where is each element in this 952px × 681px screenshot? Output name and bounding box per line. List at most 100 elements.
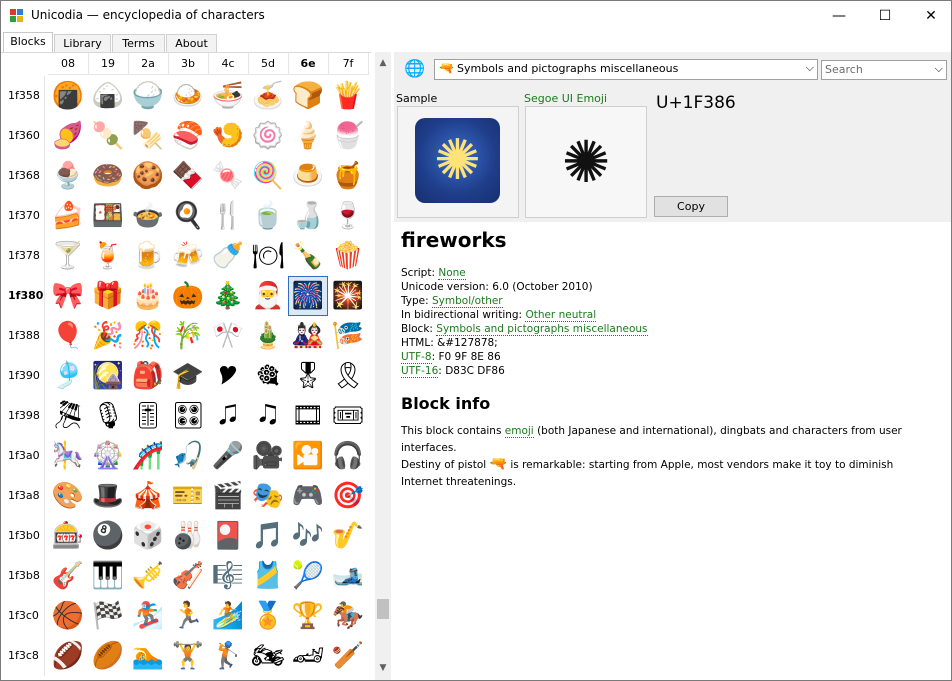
character-cell[interactable]: 🎝 <box>248 396 288 436</box>
property-value[interactable]: Other neutral <box>525 309 597 322</box>
character-cell[interactable]: 🎤 <box>208 436 248 476</box>
character-cell[interactable]: 🍥 <box>248 116 288 156</box>
block-selector[interactable]: 🔫 Symbols and pictographs miscellaneous … <box>434 59 818 80</box>
character-cell[interactable]: 🏊 <box>128 636 168 676</box>
character-cell[interactable]: 🍛 <box>168 76 208 116</box>
character-cell[interactable]: 🎂 <box>128 276 168 316</box>
character-cell[interactable]: 🎊 <box>128 316 168 356</box>
character-cell[interactable]: 🎎 <box>288 316 328 356</box>
character-cell[interactable]: 🎸 <box>48 556 88 596</box>
character-cell[interactable]: 🎟 <box>328 396 368 436</box>
character-cell[interactable]: 🎺 <box>128 556 168 596</box>
property-value[interactable]: Symbol/other <box>432 295 503 308</box>
character-cell[interactable]: 🎙 <box>88 396 128 436</box>
character-cell[interactable]: 🍻 <box>168 236 208 276</box>
character-cell[interactable]: 🎵 <box>248 516 288 556</box>
character-cell[interactable]: 🎬 <box>208 476 248 516</box>
character-cell[interactable]: 🎰 <box>48 516 88 556</box>
close-button[interactable]: ✕ <box>908 1 951 31</box>
character-cell[interactable]: 🎛 <box>168 396 208 436</box>
character-cell[interactable]: 🍝 <box>248 76 288 116</box>
character-cell[interactable]: 🏇 <box>328 596 368 636</box>
character-cell[interactable]: 🏄 <box>208 596 248 636</box>
character-cell[interactable]: 🍵 <box>248 196 288 236</box>
scroll-thumb[interactable] <box>377 599 389 619</box>
character-cell[interactable]: 🍱 <box>88 196 128 236</box>
character-cell[interactable]: 🎽 <box>248 556 288 596</box>
character-cell[interactable]: 🎍 <box>248 316 288 356</box>
character-cell[interactable]: 🍢 <box>128 116 168 156</box>
globe-icon[interactable]: 🌐 <box>404 58 426 80</box>
character-cell[interactable]: 🍳 <box>168 196 208 236</box>
character-cell[interactable]: 🎲 <box>128 516 168 556</box>
scroll-down-icon[interactable]: ▼ <box>375 660 391 676</box>
character-cell[interactable]: 🍹 <box>88 236 128 276</box>
character-cell[interactable]: 🎕 <box>248 356 288 396</box>
character-cell[interactable]: 🏍 <box>248 636 288 676</box>
character-cell[interactable]: 🎯 <box>328 476 368 516</box>
character-cell[interactable]: 🍺 <box>128 236 168 276</box>
character-cell[interactable]: 🍾 <box>288 236 328 276</box>
character-cell[interactable]: 🎅 <box>248 276 288 316</box>
character-cell[interactable]: 🎁 <box>88 276 128 316</box>
character-cell[interactable]: 🍣 <box>168 116 208 156</box>
character-cell[interactable]: 🍩 <box>88 156 128 196</box>
character-cell[interactable]: 🏆 <box>288 596 328 636</box>
font-link[interactable]: Segoe UI Emoji <box>524 92 607 105</box>
tab-terms[interactable]: Terms <box>112 34 165 52</box>
character-cell[interactable]: 🍬 <box>208 156 248 196</box>
character-cell[interactable]: 🍟 <box>328 76 368 116</box>
character-cell[interactable]: 🎭 <box>248 476 288 516</box>
character-cell[interactable]: 🍨 <box>48 156 88 196</box>
character-cell[interactable]: 🎾 <box>288 556 328 596</box>
character-cell[interactable]: 🍚 <box>128 76 168 116</box>
character-cell[interactable]: 🍠 <box>48 116 88 156</box>
character-cell[interactable]: 🎌 <box>208 316 248 356</box>
character-cell[interactable]: 🎮 <box>288 476 328 516</box>
tab-blocks[interactable]: Blocks <box>3 32 53 53</box>
character-cell[interactable]: 🎡 <box>88 436 128 476</box>
character-cell[interactable]: 🎨 <box>48 476 88 516</box>
character-cell[interactable]: 🎚 <box>128 396 168 436</box>
search-input[interactable]: Search ⌵ <box>821 60 947 80</box>
character-cell[interactable]: 🍤 <box>208 116 248 156</box>
character-cell[interactable]: 🍡 <box>88 116 128 156</box>
character-cell[interactable]: 🍼 <box>208 236 248 276</box>
character-cell[interactable]: 🎋 <box>168 316 208 356</box>
character-cell[interactable]: 🏂 <box>128 596 168 636</box>
character-cell[interactable]: 🎇 <box>328 276 368 316</box>
character-cell[interactable]: 🏎 <box>288 636 328 676</box>
character-cell[interactable]: 🎫 <box>168 476 208 516</box>
character-cell[interactable]: 🍮 <box>288 156 328 196</box>
character-cell[interactable]: 🍰 <box>48 196 88 236</box>
character-cell[interactable]: 🍯 <box>328 156 368 196</box>
character-cell[interactable]: 🍦 <box>288 116 328 156</box>
character-cell[interactable]: 🎻 <box>168 556 208 596</box>
character-cell[interactable]: 🎓 <box>168 356 208 396</box>
character-cell[interactable]: 🍶 <box>288 196 328 236</box>
character-cell[interactable]: 🎧 <box>328 436 368 476</box>
character-cell[interactable]: 🏈 <box>48 636 88 676</box>
character-cell[interactable]: 🎆 <box>288 276 328 316</box>
character-cell[interactable]: 🍙 <box>88 76 128 116</box>
character-cell[interactable]: 🍿 <box>328 236 368 276</box>
character-cell[interactable]: 🍫 <box>168 156 208 196</box>
character-cell[interactable]: 🎼 <box>208 556 248 596</box>
character-cell[interactable]: 🎪 <box>128 476 168 516</box>
character-cell[interactable]: 🎿 <box>328 556 368 596</box>
character-cell[interactable]: 🍪 <box>128 156 168 196</box>
character-cell[interactable]: 🎦 <box>288 436 328 476</box>
character-cell[interactable]: 🍷 <box>328 196 368 236</box>
character-cell[interactable]: 🏉 <box>88 636 128 676</box>
character-cell[interactable]: 🎄 <box>208 276 248 316</box>
character-cell[interactable]: 🎢 <box>128 436 168 476</box>
character-cell[interactable]: 🎩 <box>88 476 128 516</box>
property-key[interactable]: UTF-16 <box>401 365 439 378</box>
character-cell[interactable]: 🎣 <box>168 436 208 476</box>
character-cell[interactable]: 🎒 <box>128 356 168 396</box>
property-value[interactable]: Symbols and pictographs miscellaneous <box>436 323 648 336</box>
minimize-button[interactable]: — <box>816 1 862 31</box>
character-cell[interactable]: 🍞 <box>288 76 328 116</box>
copy-button[interactable]: Copy <box>654 196 728 217</box>
character-cell[interactable]: 🍴 <box>208 196 248 236</box>
